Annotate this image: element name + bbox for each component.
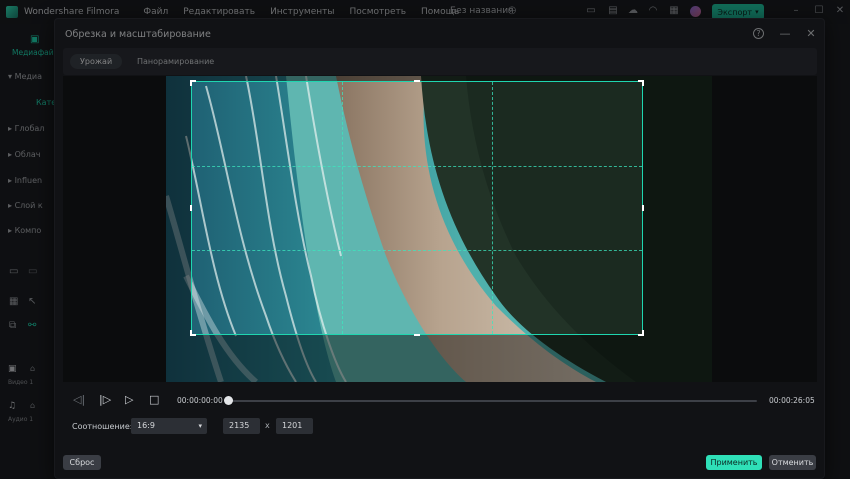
tree-item-label: Глобал <box>14 124 45 133</box>
tree-item-global[interactable]: ▸ Глобал <box>8 124 44 133</box>
tab-crop[interactable]: Урожай <box>70 54 123 69</box>
folder-icon[interactable]: ▭ <box>9 266 18 277</box>
lock-icon[interactable]: ⌂ <box>30 401 35 410</box>
menu-tools[interactable]: Инструменты <box>270 7 334 17</box>
scrubber-knob[interactable] <box>224 396 233 405</box>
tree-item-influence[interactable]: ▸ Influen <box>8 176 42 185</box>
video-track-label: Видео 1 <box>8 379 34 386</box>
tree-item-label: Компо <box>14 226 42 235</box>
properties-panel <box>825 24 850 479</box>
tree-item-label: Influen <box>14 176 43 185</box>
crop-handle-bottom[interactable] <box>414 334 420 336</box>
maximize-window-icon[interactable]: ☐ <box>813 5 825 17</box>
play-icon[interactable]: ▷ <box>125 393 133 406</box>
menu-file[interactable]: Файл <box>143 7 168 17</box>
tree-item-layer[interactable]: ▸ Слой к <box>8 201 43 210</box>
preview-area <box>63 76 817 382</box>
cancel-button[interactable]: Отменить <box>769 455 816 470</box>
tab-pan-zoom[interactable]: Панорамирование <box>127 54 224 69</box>
ratio-value: 16:9 <box>137 421 155 430</box>
minimize-window-icon[interactable]: – <box>790 5 802 17</box>
close-window-icon[interactable]: ✕ <box>834 5 846 17</box>
grid-line-horizontal <box>192 249 642 251</box>
next-frame-icon[interactable]: |▷ <box>99 393 111 406</box>
tree-item-cloud[interactable]: ▸ Облач <box>8 150 41 159</box>
crop-frame[interactable] <box>190 80 644 336</box>
height-input[interactable]: 1201 <box>276 418 313 434</box>
reset-button[interactable]: Сброс <box>63 455 101 470</box>
chevron-down-icon: ▾ <box>198 422 202 430</box>
media-panel: ▣ Медиафай ▾ Медиа Кате ▸ Глобал ▸ Облач… <box>0 24 56 479</box>
crop-handle-top-right[interactable] <box>638 80 644 86</box>
crop-handle-right[interactable] <box>642 205 644 211</box>
monitor-icon[interactable]: ▭ <box>585 5 597 17</box>
audio-track-label: Аудио 1 <box>8 416 34 423</box>
export-label: Экспорт <box>717 7 753 17</box>
app-name: Wondershare Filmora <box>24 7 120 17</box>
prev-frame-icon[interactable]: ◁| <box>73 393 85 406</box>
crop-zoom-dialog: Обрезка и масштабирование ? — ✕ Урожай П… <box>54 18 825 479</box>
audio-track-icon: ♫ <box>8 401 17 411</box>
current-time: 00:00:00:00 <box>177 396 223 405</box>
dialog-title: Обрезка и масштабирование <box>65 29 211 40</box>
video-track-icon: ▣ <box>8 364 17 374</box>
project-status-icon: ◷ <box>507 5 517 16</box>
apply-button[interactable]: Применить <box>706 455 762 470</box>
width-input[interactable]: 2135 <box>223 418 260 434</box>
crop-handle-left[interactable] <box>190 205 192 211</box>
media-tab-label[interactable]: Медиафай <box>12 48 54 57</box>
total-time: 00:00:26:05 <box>769 396 815 405</box>
playback-scrubber[interactable] <box>227 400 757 402</box>
grid-line-vertical <box>491 82 493 334</box>
tree-item-label: Облач <box>14 150 41 159</box>
grid-line-horizontal <box>192 165 642 167</box>
cloud-icon[interactable]: ☁ <box>627 5 639 17</box>
main-menu: Файл Редактировать Инструменты Посмотрет… <box>143 7 474 17</box>
close-icon[interactable]: ✕ <box>804 27 818 41</box>
grid-icon[interactable]: ▦ <box>668 5 680 17</box>
grid-line-vertical <box>341 82 343 334</box>
new-folder-icon[interactable]: ▭ <box>28 266 37 277</box>
crop-handle-bottom-right[interactable] <box>638 330 644 336</box>
select-tool-icon[interactable]: ↖ <box>28 296 36 307</box>
tree-item-media[interactable]: ▾ Медиа <box>8 72 42 81</box>
crop-handle-top-left[interactable] <box>190 80 196 86</box>
project-title: Без названия <box>450 6 514 16</box>
save-icon[interactable]: ▤ <box>607 5 619 17</box>
crop-handle-top[interactable] <box>414 80 420 82</box>
filmora-logo-icon <box>6 6 18 18</box>
ratio-label: Соотношение: <box>72 422 133 431</box>
lock-icon[interactable]: ⌂ <box>30 364 35 373</box>
minimize-icon[interactable]: — <box>778 27 792 41</box>
media-tab-icon[interactable]: ▣ <box>30 34 39 45</box>
tree-item-label: Слой к <box>14 201 43 210</box>
menu-view[interactable]: Посмотреть <box>349 7 406 17</box>
help-icon[interactable]: ? <box>753 28 764 39</box>
menu-edit[interactable]: Редактировать <box>183 7 255 17</box>
crop-handle-bottom-left[interactable] <box>190 330 196 336</box>
ratio-select[interactable]: 16:9 ▾ <box>131 418 207 434</box>
layout-icon[interactable]: ▦ <box>9 296 18 307</box>
headset-icon[interactable]: ◠ <box>647 5 659 17</box>
avatar[interactable] <box>690 6 701 17</box>
tree-item-label: Медиа <box>14 72 43 81</box>
mode-tabs: Урожай Панорамирование <box>63 48 817 75</box>
stop-icon[interactable]: □ <box>149 393 159 406</box>
link-icon[interactable]: ⚯ <box>28 320 36 331</box>
chevron-down-icon: ▾ <box>755 8 759 16</box>
tree-item-compound[interactable]: ▸ Компо <box>8 226 41 235</box>
copy-icon[interactable]: ⧉ <box>9 320 16 331</box>
dimension-separator: x <box>265 421 270 430</box>
